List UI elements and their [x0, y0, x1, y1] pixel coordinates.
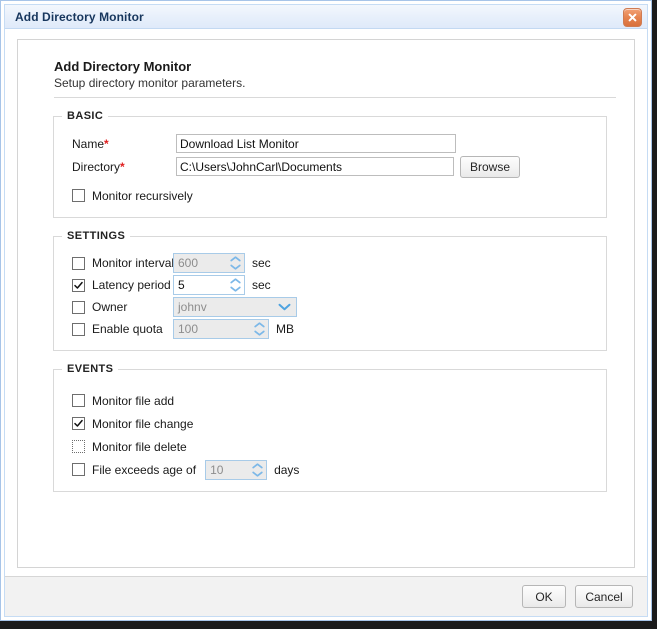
monitor-file-add-checkbox-wrap[interactable]: Monitor file add — [72, 394, 174, 408]
form-header: Add Directory Monitor Setup directory mo… — [36, 54, 616, 92]
required-marker: * — [104, 136, 109, 151]
chevron-down-icon[interactable] — [278, 303, 291, 311]
basic-fieldset: BASIC Name* Directory* Browse — [53, 110, 607, 218]
monitor-recursively-label: Monitor recursively — [92, 188, 193, 203]
dialog-body: Add Directory Monitor Setup directory mo… — [5, 29, 647, 576]
chevron-down-icon[interactable] — [252, 471, 263, 477]
monitor-interval-unit: sec — [252, 256, 271, 270]
monitor-file-delete-label: Monitor file delete — [92, 439, 187, 454]
latency-period-value[interactable]: 5 — [174, 276, 227, 294]
monitor-interval-label: Monitor interval — [92, 256, 175, 270]
latency-period-stepper-arrows[interactable] — [227, 276, 244, 294]
file-exceeds-age-checkbox-wrap[interactable]: File exceeds age of — [72, 463, 196, 477]
chevron-down-icon[interactable] — [254, 330, 265, 336]
name-label: Name* — [72, 136, 109, 151]
page-title: Add Directory Monitor — [54, 59, 192, 74]
file-exceeds-age-checkbox[interactable] — [72, 463, 85, 476]
latency-period-stepper[interactable]: 5 — [173, 275, 245, 295]
monitor-interval-value[interactable]: 600 — [174, 254, 227, 272]
owner-row: Owner johnv — [72, 296, 606, 318]
latency-period-unit: sec — [252, 278, 271, 292]
chevron-up-icon[interactable] — [230, 256, 241, 262]
dialog-window: Add Directory Monitor Add Directory Moni… — [0, 0, 652, 621]
file-delete-row: Monitor file delete — [72, 435, 606, 458]
events-rows: Monitor file add Monitor file change Mon… — [54, 381, 606, 481]
cancel-button[interactable]: Cancel — [575, 585, 633, 608]
settings-fieldset: SETTINGS Monitor interval 600 sec Latenc… — [53, 230, 607, 351]
chevron-up-icon[interactable] — [230, 278, 241, 284]
basic-legend: BASIC — [67, 110, 104, 122]
enable-quota-stepper-arrows[interactable] — [251, 320, 268, 338]
name-row: Name* — [72, 132, 606, 155]
monitor-interval-checkbox-wrap[interactable]: Monitor interval — [72, 256, 175, 270]
owner-checkbox-wrap[interactable]: Owner — [72, 300, 173, 314]
enable-quota-checkbox-wrap[interactable]: Enable quota — [72, 322, 173, 336]
window-title: Add Directory Monitor — [15, 9, 144, 24]
directory-label: Directory* — [72, 159, 125, 174]
monitor-file-change-checkbox-wrap[interactable]: Monitor file change — [72, 417, 193, 431]
title-bar: Add Directory Monitor — [5, 5, 647, 29]
events-legend: EVENTS — [67, 363, 114, 375]
monitor-file-add-label: Monitor file add — [92, 393, 175, 408]
enable-quota-unit: MB — [276, 322, 294, 336]
basic-rows: Name* Directory* Browse — [54, 128, 606, 207]
recursive-row: Monitor recursively — [72, 184, 606, 207]
enable-quota-row: Enable quota 100 MB — [72, 318, 606, 340]
chevron-up-icon[interactable] — [252, 462, 263, 469]
monitor-recursively-checkbox-wrap[interactable]: Monitor recursively — [72, 189, 193, 203]
directory-row: Directory* Browse — [72, 155, 606, 178]
directory-input[interactable] — [176, 157, 454, 176]
enable-quota-label: Enable quota — [92, 322, 163, 336]
browse-button[interactable]: Browse — [460, 155, 521, 178]
chevron-down-icon[interactable] — [230, 264, 241, 270]
file-age-row: File exceeds age of 10 days — [72, 458, 606, 481]
events-fieldset: EVENTS Monitor file add Monitor file cha… — [53, 363, 607, 492]
dialog-footer: OK Cancel — [5, 576, 647, 616]
header-divider — [54, 97, 616, 98]
monitor-file-add-checkbox[interactable] — [72, 394, 85, 407]
content-panel: Add Directory Monitor Setup directory mo… — [17, 39, 635, 568]
required-marker: * — [120, 159, 125, 174]
close-icon[interactable] — [623, 8, 642, 27]
file-exceeds-age-stepper[interactable]: 10 — [205, 459, 268, 480]
owner-label: Owner — [92, 300, 128, 314]
owner-select-value: johnv — [178, 300, 207, 314]
latency-period-checkbox[interactable] — [72, 278, 85, 292]
latency-period-checkbox-wrap[interactable]: Latency period — [72, 278, 173, 292]
enable-quota-value[interactable]: 100 — [174, 320, 251, 338]
name-input[interactable] — [176, 134, 456, 153]
monitor-interval-checkbox[interactable] — [72, 256, 85, 270]
file-add-row: Monitor file add — [72, 389, 606, 412]
ok-button[interactable]: OK — [522, 585, 566, 608]
page-subtitle: Setup directory monitor parameters. — [54, 76, 246, 90]
file-exceeds-age-stepper-arrows[interactable] — [249, 461, 266, 479]
monitor-interval-row: Monitor interval 600 sec — [72, 252, 606, 274]
owner-select[interactable]: johnv — [173, 297, 297, 317]
monitor-file-change-label: Monitor file change — [92, 416, 194, 431]
monitor-interval-stepper[interactable]: 600 — [173, 253, 245, 273]
latency-period-row: Latency period 5 sec — [72, 274, 606, 296]
monitor-interval-stepper-arrows[interactable] — [227, 254, 244, 272]
monitor-recursively-checkbox[interactable] — [72, 189, 85, 202]
file-change-row: Monitor file change — [72, 412, 606, 435]
dialog-window-inner: Add Directory Monitor Add Directory Moni… — [4, 4, 648, 617]
file-exceeds-age-unit: days — [274, 462, 300, 477]
enable-quota-stepper[interactable]: 100 — [173, 319, 269, 339]
monitor-file-delete-checkbox[interactable] — [72, 440, 85, 453]
chevron-down-icon[interactable] — [230, 286, 241, 292]
chevron-up-icon[interactable] — [254, 322, 265, 328]
settings-rows: Monitor interval 600 sec Latency period … — [54, 248, 606, 340]
owner-checkbox[interactable] — [72, 300, 85, 314]
file-exceeds-age-value[interactable]: 10 — [206, 461, 249, 479]
latency-period-label: Latency period — [92, 278, 171, 292]
settings-legend: SETTINGS — [67, 230, 126, 242]
monitor-file-change-checkbox[interactable] — [72, 417, 85, 430]
file-exceeds-age-label: File exceeds age of — [92, 462, 197, 477]
enable-quota-checkbox[interactable] — [72, 322, 85, 336]
monitor-file-delete-checkbox-wrap[interactable]: Monitor file delete — [72, 440, 187, 454]
